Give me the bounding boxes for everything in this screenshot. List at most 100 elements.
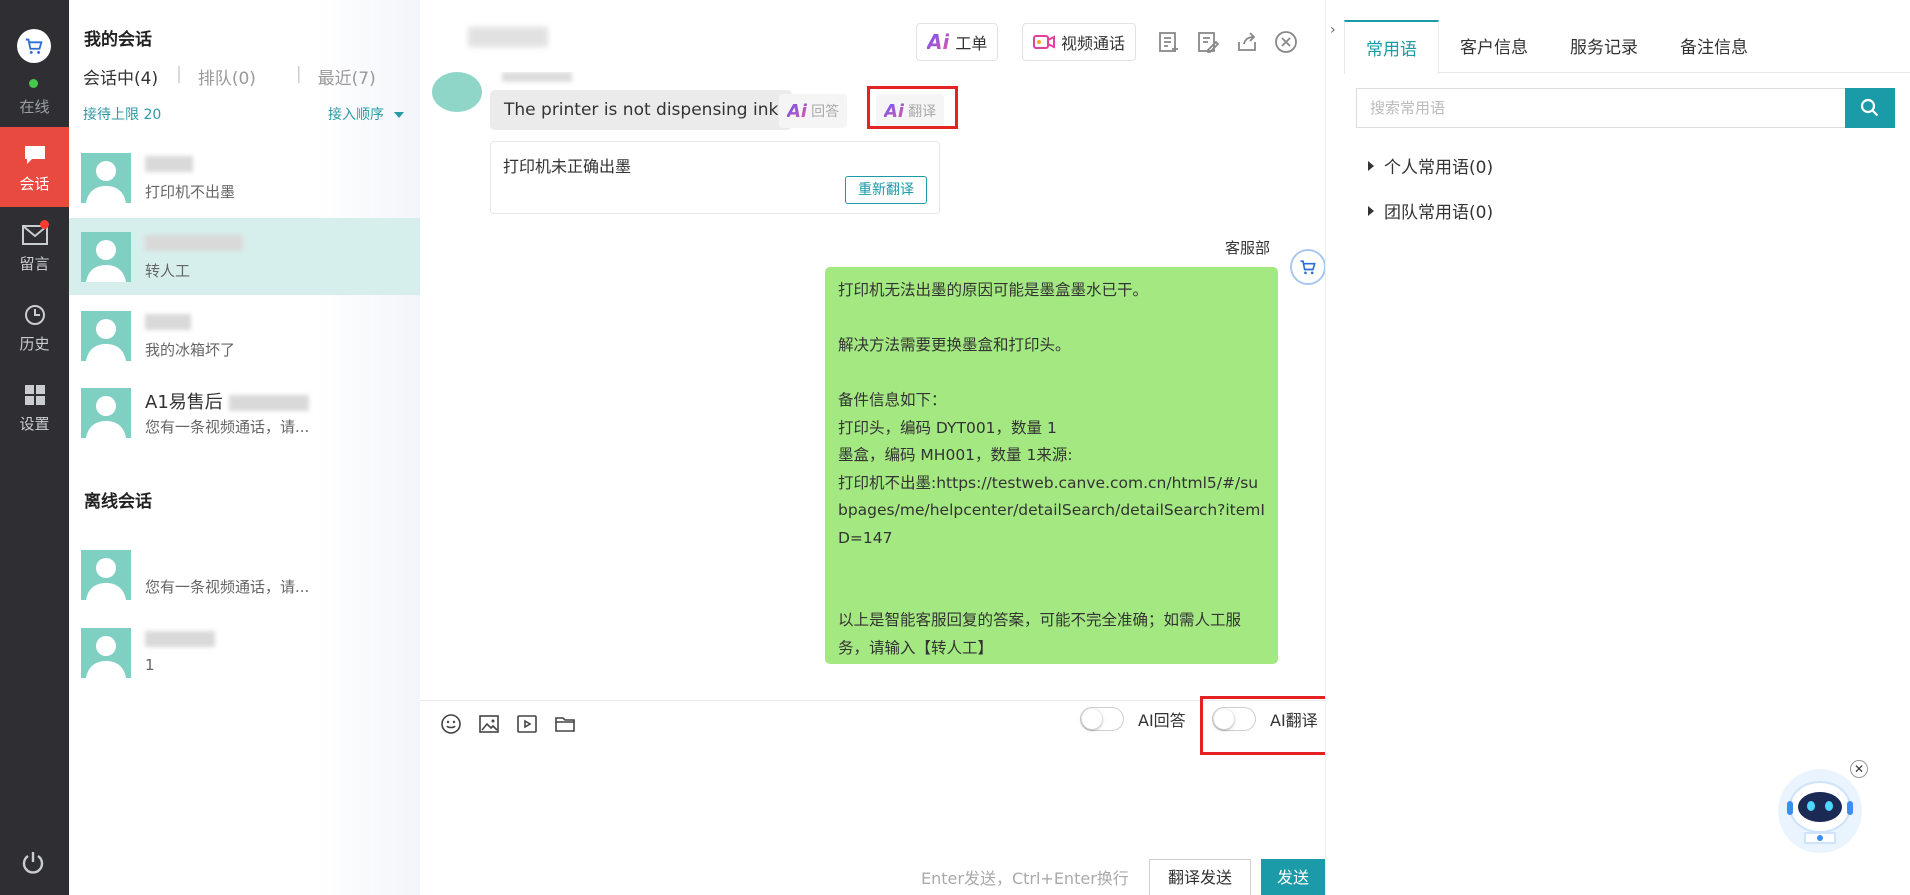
tab-customer-info[interactable]: 客户信息	[1439, 20, 1549, 73]
quick-phrase-search-input[interactable]: 搜索常用语	[1356, 88, 1845, 128]
caret-down-icon	[394, 112, 405, 118]
tab-in-session[interactable]: 会话中(4)	[83, 64, 158, 89]
tab-service-records[interactable]: 服务记录	[1549, 20, 1659, 73]
rail-item-chat[interactable]: 会话	[0, 127, 69, 207]
image-icon[interactable]	[478, 713, 500, 739]
tab-separator: |	[176, 64, 182, 84]
video-file-icon[interactable]	[516, 713, 538, 739]
offline-conversations-title: 离线会话	[84, 492, 152, 512]
reply-line	[838, 360, 1265, 388]
transfer-icon[interactable]	[1235, 30, 1259, 58]
close-session-icon[interactable]	[1274, 30, 1298, 58]
unread-badge	[40, 220, 49, 229]
chat-header: Ai 工单 视频通话	[420, 0, 1325, 72]
redacted-name	[145, 631, 215, 647]
ai-ticket-label: 工单	[955, 34, 988, 53]
conversation-item[interactable]: 我的冰箱坏了	[69, 297, 420, 374]
customer-avatar	[432, 72, 482, 112]
my-conversations-title: 我的会话	[84, 30, 152, 50]
conversation-item[interactable]: 打印机不出墨	[69, 139, 420, 216]
search-button[interactable]	[1845, 88, 1895, 128]
highlight-box	[1200, 696, 1332, 755]
agent-reply-bubble: 打印机无法出墨的原因可能是墨盒墨水已干。 解决方法需要更换墨盒和打印头。 备件信…	[825, 267, 1278, 664]
conversation-item[interactable]: A1易售后 您有一条视频通话，请...	[69, 374, 420, 451]
composer-toolbar	[440, 713, 576, 739]
rail-item-label: 留言	[19, 254, 50, 273]
panel-splitter[interactable]: ›	[1325, 0, 1343, 895]
tab-queue[interactable]: 排队(0)	[198, 64, 256, 89]
ai-reply-label: 回答	[811, 104, 840, 120]
retranslate-button[interactable]: 重新翻译	[845, 176, 927, 204]
conversation-last-message: 打印机不出墨	[145, 183, 236, 201]
tree-item-team-phrases[interactable]: 团队常用语(0)	[1368, 198, 1493, 223]
message-list: The printer is not dispensing ink Ai 回答 …	[420, 72, 1325, 700]
emoji-icon[interactable]	[440, 713, 462, 739]
rail-item-label: 会话	[19, 174, 50, 193]
ai-reply-button[interactable]: Ai 回答	[779, 94, 848, 128]
reply-line: 墨盒，编码 MH001，数量 1来源:	[838, 446, 1073, 464]
close-robot-icon[interactable]: ✕	[1850, 760, 1868, 778]
ai-icon: Ai	[787, 100, 808, 122]
reply-link[interactable]: 打印机不出墨:https://testweb.canve.com.cn/html…	[838, 470, 1265, 553]
avatar	[81, 232, 131, 282]
tree-item-personal-phrases[interactable]: 个人常用语(0)	[1368, 153, 1493, 178]
ai-assistant-robot-icon[interactable]	[1775, 765, 1865, 855]
chat-panel: Ai 工单 视频通话 The printer is not dispensing…	[420, 0, 1332, 895]
conversation-name	[145, 628, 215, 649]
expand-triangle-icon	[1368, 205, 1374, 216]
tab-notes[interactable]: 备注信息	[1659, 20, 1769, 73]
send-hint: Enter发送，Ctrl+Enter换行	[921, 869, 1129, 888]
agent-avatar-icon	[1290, 249, 1325, 285]
tab-quick-phrases[interactable]: 常用语	[1344, 20, 1439, 74]
ai-reply-toggle[interactable]: AI回答	[1080, 707, 1186, 731]
conversation-name	[145, 232, 243, 253]
avatar	[81, 153, 131, 203]
highlight-box	[867, 86, 958, 129]
power-icon[interactable]	[20, 850, 46, 880]
conversation-last-message: 转人工	[145, 262, 191, 280]
conversation-last-message: 我的冰箱坏了	[145, 341, 236, 359]
folder-icon[interactable]	[554, 713, 576, 739]
rail-item-label: 历史	[19, 334, 50, 353]
offline-conversation-item[interactable]: 您有一条视频通话，请...	[69, 536, 420, 613]
chevron-right-icon[interactable]: ›	[1330, 22, 1336, 38]
offline-conversation-item[interactable]: 1	[69, 614, 420, 691]
translate-send-button[interactable]: 翻译发送	[1149, 859, 1251, 895]
conversation-name: A1易售后	[145, 388, 309, 414]
redacted-name	[145, 156, 193, 172]
rail-item-history[interactable]: 历史	[0, 287, 69, 367]
clock-icon	[24, 301, 46, 329]
conversation-item-selected[interactable]: 转人工	[69, 218, 420, 295]
reply-line: 打印头，编码 DYT001，数量 1	[838, 418, 1057, 437]
sort-order-label: 接入顺序	[328, 107, 384, 123]
add-note-icon[interactable]	[1157, 30, 1181, 58]
conversation-last-message: 您有一条视频通话，请...	[145, 578, 310, 596]
reply-line: 备件信息如下：	[838, 391, 947, 409]
tab-recent[interactable]: 最近(7)	[318, 64, 376, 89]
reception-limit: 接待上限 20	[83, 107, 162, 123]
conversation-last-message: 您有一条视频通话，请...	[145, 418, 310, 436]
ai-ticket-button[interactable]: Ai 工单	[916, 23, 999, 61]
conversation-tabs: 会话中(4) | 排队(0) | 最近(7)	[83, 64, 394, 89]
reply-line	[838, 552, 1265, 580]
chat-icon	[23, 141, 47, 169]
reply-line: 解决方法需要更换墨盒和打印头。	[838, 336, 1071, 354]
send-button[interactable]: 发送	[1261, 859, 1325, 895]
online-status-dot	[29, 79, 38, 88]
video-call-label: 视频通话	[1061, 34, 1126, 53]
rail-item-settings[interactable]: 设置	[0, 367, 69, 447]
expand-triangle-icon	[1368, 160, 1374, 171]
right-panel: 常用语 客户信息 服务记录 备注信息 搜索常用语 个人常用语(0) 团队常用语(…	[1344, 0, 1910, 895]
sort-order-dropdown[interactable]: 接入顺序	[328, 104, 405, 124]
message-composer: AI回答 AI翻译 Enter发送，Ctrl+Enter换行 翻译发送 发送	[420, 696, 1332, 895]
video-call-button[interactable]: 视频通话	[1022, 23, 1137, 61]
reply-line	[838, 305, 1265, 333]
rail-item-label: 设置	[19, 414, 50, 433]
reply-line	[838, 580, 1265, 608]
search-icon	[1860, 98, 1879, 117]
toggle-switch[interactable]	[1080, 707, 1124, 731]
edit-icon[interactable]	[1196, 30, 1220, 58]
redacted-customer-name	[468, 27, 548, 47]
conversation-list-panel: 我的会话 会话中(4) | 排队(0) | 最近(7) 接待上限 20 接入顺序…	[69, 0, 420, 895]
rail-item-messages[interactable]: 留言	[0, 207, 69, 287]
